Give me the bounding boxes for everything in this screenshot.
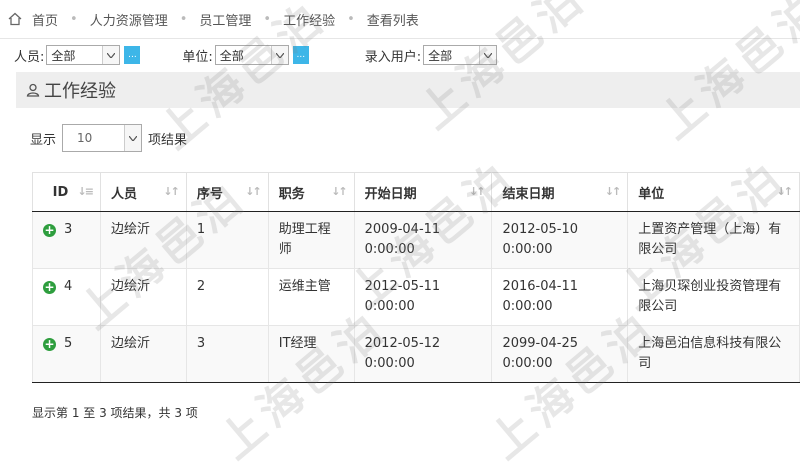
table-row: +4 边绘沂 2 运维主管 2012-05-11 0:00:00 2016-04… [32, 268, 800, 326]
breadcrumb-employee[interactable]: 员工管理 [199, 10, 251, 29]
table-info: 显示第 1 至 3 项结果，共 3 项 [32, 406, 198, 420]
cell-id: +4 [32, 268, 101, 326]
plus-circle-icon[interactable]: + [43, 338, 56, 351]
cell-person: 边绘沂 [99, 211, 187, 269]
table-row: +5 边绘沂 3 IT经理 2012-05-12 0:00:00 2099-04… [32, 325, 800, 383]
breadcrumb-current: 查看列表 [366, 13, 419, 29]
filter-person: 人员: 全部 ... [14, 45, 141, 65]
page-length-value: 10 [77, 131, 93, 145]
cell-position: IT经理 [267, 325, 355, 383]
column-header-position[interactable]: 职务 ↓↑ [267, 172, 355, 212]
column-header-unit[interactable]: 单位 ↓↑ [627, 172, 800, 212]
work-experience-table: ID ↓≡ 人员 ↓↑ 序号 ↓↑ 职务 ↓↑ 开始日期 ↓↑ 结束日期 ↓↑ 单位 ↓↑ +… [32, 172, 800, 383]
filter-unit-value: 全部 [219, 48, 244, 63]
column-header-start-date[interactable]: 开始日期 ↓↑ [353, 172, 493, 212]
column-header-end-date[interactable]: 结束日期 ↓↑ [491, 172, 629, 212]
cell-position: 运维主管 [267, 268, 355, 326]
cell-end-date: 2099-04-25 0:00:00 [491, 325, 629, 383]
home-icon [8, 12, 22, 26]
column-header-id[interactable]: ID ↓≡ [32, 172, 101, 212]
filter-person-picker-button[interactable]: ... [124, 46, 141, 64]
breadcrumb: 首页 • 人力资源管理 • 员工管理 • 工作经验 • 查看列表 [8, 8, 419, 30]
sort-icon: ↓≡ [77, 185, 95, 198]
cell-person: 边绘沂 [99, 325, 187, 383]
sort-icon: ↓↑ [245, 185, 262, 198]
cell-id: +5 [32, 325, 101, 383]
breadcrumb-separator: • [347, 11, 355, 27]
breadcrumb-hr[interactable]: 人力资源管理 [90, 10, 168, 29]
cell-seq: 1 [185, 211, 269, 269]
filter-entry-user-value: 全部 [428, 48, 453, 63]
breadcrumb-work-experience[interactable]: 工作经验 [283, 10, 335, 29]
cell-seq: 2 [185, 268, 269, 326]
filter-unit-select[interactable]: 全部 [214, 45, 289, 65]
divider [0, 38, 800, 39]
page-length-suffix: 项结果 [148, 132, 188, 148]
sort-icon: ↓↑ [331, 185, 348, 198]
cell-start-date: 2009-04-11 0:00:00 [353, 211, 493, 269]
plus-circle-icon[interactable]: + [43, 281, 56, 294]
filter-entry-user-label: 录入用户: [364, 49, 422, 65]
breadcrumb-separator: • [179, 11, 188, 27]
cell-unit: 上海贝琛创业投资管理有限公司 [627, 268, 800, 326]
filter-unit: 单位: 全部 ... [182, 45, 309, 65]
table-row: +3 边绘沂 1 助理工程师 2009-04-11 0:00:00 2012-0… [32, 211, 800, 269]
column-header-person[interactable]: 人员 ↓↑ [99, 172, 187, 212]
user-icon [26, 83, 40, 97]
page-length-select[interactable]: 10 [62, 124, 143, 152]
column-header-seq[interactable]: 序号 ↓↑ [185, 172, 269, 212]
cell-start-date: 2012-05-12 0:00:00 [353, 325, 493, 383]
sort-icon: ↓↑ [163, 185, 180, 198]
filter-person-label: 人员: [14, 49, 45, 65]
table-header-row: ID ↓≡ 人员 ↓↑ 序号 ↓↑ 职务 ↓↑ 开始日期 ↓↑ 结束日期 ↓↑ 单位 ↓↑ [32, 172, 800, 212]
filter-entry-user: 录入用户: 全部 [364, 45, 498, 65]
sort-icon: ↓↑ [776, 185, 794, 198]
page-title: 工作经验 [44, 81, 116, 102]
panel-header: 工作经验 [16, 72, 800, 108]
chevron-down-icon [124, 125, 142, 151]
cell-end-date: 2016-04-11 0:00:00 [491, 268, 629, 326]
cell-start-date: 2012-05-11 0:00:00 [353, 268, 493, 326]
page-length-prefix: 显示 [30, 132, 57, 148]
filter-person-value: 全部 [51, 48, 76, 63]
cell-unit: 上置资产管理（上海）有限公司 [627, 211, 800, 269]
chevron-down-icon [479, 46, 497, 64]
breadcrumb-separator: • [263, 11, 272, 27]
sort-icon: ↓↑ [469, 185, 486, 198]
breadcrumb-home[interactable]: 首页 [32, 10, 58, 29]
watermark: 上海邑泊 [409, 0, 596, 140]
chevron-down-icon [270, 46, 288, 64]
filter-unit-label: 单位: [182, 49, 213, 65]
cell-position: 助理工程师 [267, 211, 355, 269]
filter-unit-picker-button[interactable]: ... [292, 46, 309, 64]
plus-circle-icon[interactable]: + [43, 224, 56, 237]
cell-end-date: 2012-05-10 0:00:00 [491, 211, 629, 269]
cell-unit: 上海邑泊信息科技有限公司 [627, 325, 800, 383]
filter-person-select[interactable]: 全部 [46, 45, 121, 65]
cell-id: +3 [32, 211, 101, 269]
cell-person: 边绘沂 [99, 268, 187, 326]
sort-icon: ↓↑ [604, 185, 622, 198]
filter-entry-user-select[interactable]: 全部 [423, 45, 498, 65]
filter-bar: 人员: 全部 ... 单位: 全部 ... 录入用户: 全部 [14, 42, 533, 68]
page-length-control: 显示 10 项结果 [30, 124, 187, 152]
breadcrumb-separator: • [70, 11, 78, 27]
cell-seq: 3 [185, 325, 269, 383]
chevron-down-icon [102, 46, 120, 64]
